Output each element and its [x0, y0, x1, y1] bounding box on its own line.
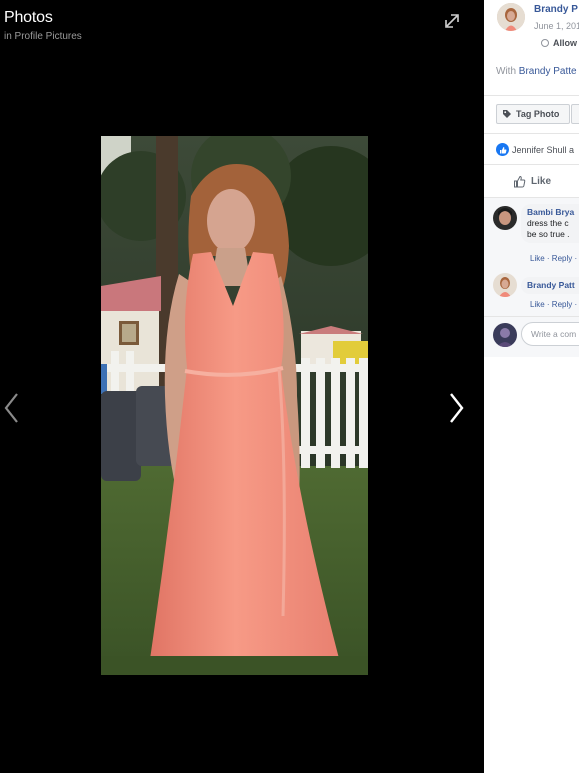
tagged-person-link[interactable]: Brandy Patte	[519, 66, 577, 77]
viewer-title: Photos	[4, 9, 53, 26]
commenter-avatar[interactable]	[493, 206, 517, 230]
radio-icon[interactable]	[541, 39, 549, 47]
comment-bubble: Brandy Patt	[521, 277, 579, 294]
chevron-left-icon[interactable]	[1, 390, 23, 426]
comment-bubble: Bambi Brya dress the c be so true .	[521, 204, 579, 243]
like-reaction-icon	[496, 143, 509, 156]
commenter-name[interactable]: Bambi Brya	[527, 207, 579, 218]
comment-text-line: dress the c	[527, 218, 569, 228]
comment-actions[interactable]: Like · Reply ·	[530, 254, 577, 263]
post-date[interactable]: June 1, 201	[534, 21, 579, 31]
options-button[interactable]	[571, 104, 579, 124]
details-panel: Brandy P June 1, 201 Allow With Brandy P…	[484, 0, 579, 773]
tagged-with: With Brandy Patte	[496, 66, 577, 77]
photo-viewer: Photos in Profile Pictures	[0, 0, 484, 773]
expand-icon[interactable]	[441, 10, 463, 32]
like-label: Like	[531, 176, 552, 187]
album-link[interactable]: in Profile Pictures	[4, 31, 82, 42]
comment-actions[interactable]: Like · Reply ·	[530, 300, 577, 309]
allow-label: Allow	[553, 38, 577, 48]
comment-input[interactable]: Write a com	[521, 322, 579, 346]
author-name[interactable]: Brandy P	[534, 4, 578, 15]
author-avatar[interactable]	[497, 3, 525, 31]
reactions-text: Jennifer Shull a	[512, 144, 575, 155]
like-button[interactable]: Like	[513, 175, 551, 188]
tag-photo-label: Tag Photo	[516, 109, 560, 119]
thumbs-up-icon	[514, 175, 526, 188]
profile-photo	[101, 136, 368, 675]
commenter-avatar[interactable]	[493, 273, 517, 297]
allow-option[interactable]: Allow	[541, 38, 577, 48]
tag-icon	[503, 110, 511, 118]
my-avatar	[493, 323, 517, 347]
chevron-right-icon[interactable]	[446, 390, 468, 426]
reactions-summary[interactable]: Jennifer Shull a	[496, 143, 574, 156]
commenter-name[interactable]: Brandy Patt	[527, 280, 579, 291]
comment-text-line: be so true .	[527, 229, 570, 239]
tag-photo-button[interactable]: Tag Photo	[496, 104, 570, 124]
with-prefix: With	[496, 66, 516, 77]
